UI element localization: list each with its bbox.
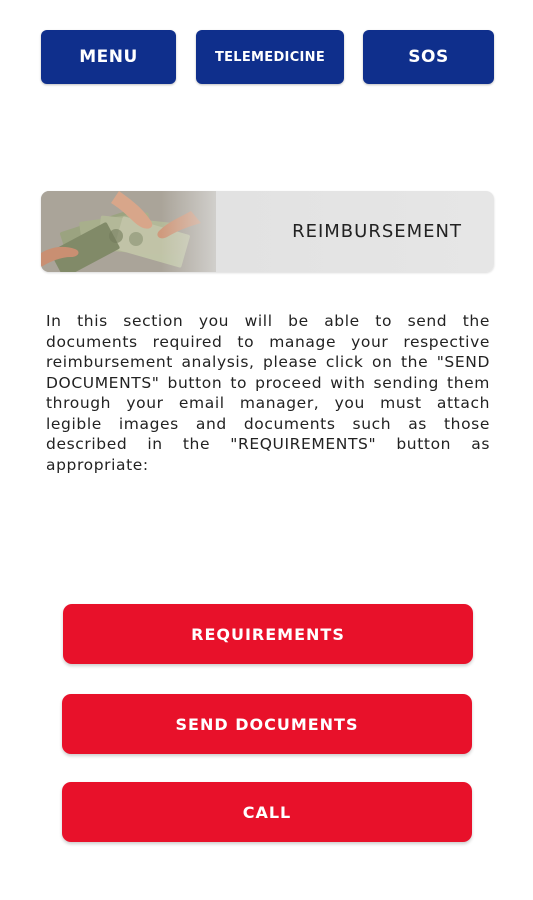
requirements-button[interactable]: REQUIREMENTS [63,604,473,664]
send-documents-button[interactable]: SEND DOCUMENTS [62,694,472,754]
menu-button[interactable]: MENU [41,30,176,84]
reimbursement-description: In this section you will be able to send… [46,312,490,474]
banner-fade [161,191,241,272]
banner-title: REIMBURSEMENT [292,221,462,242]
sos-button[interactable]: SOS [363,30,494,84]
telemedicine-button[interactable]: TELEMEDICINE [196,30,344,84]
reimbursement-banner: REIMBURSEMENT [41,191,494,272]
call-button[interactable]: CALL [62,782,472,842]
reimbursement-screen: MENU TELEMEDICINE SOS REIMBURSEMENT In t… [0,0,533,900]
